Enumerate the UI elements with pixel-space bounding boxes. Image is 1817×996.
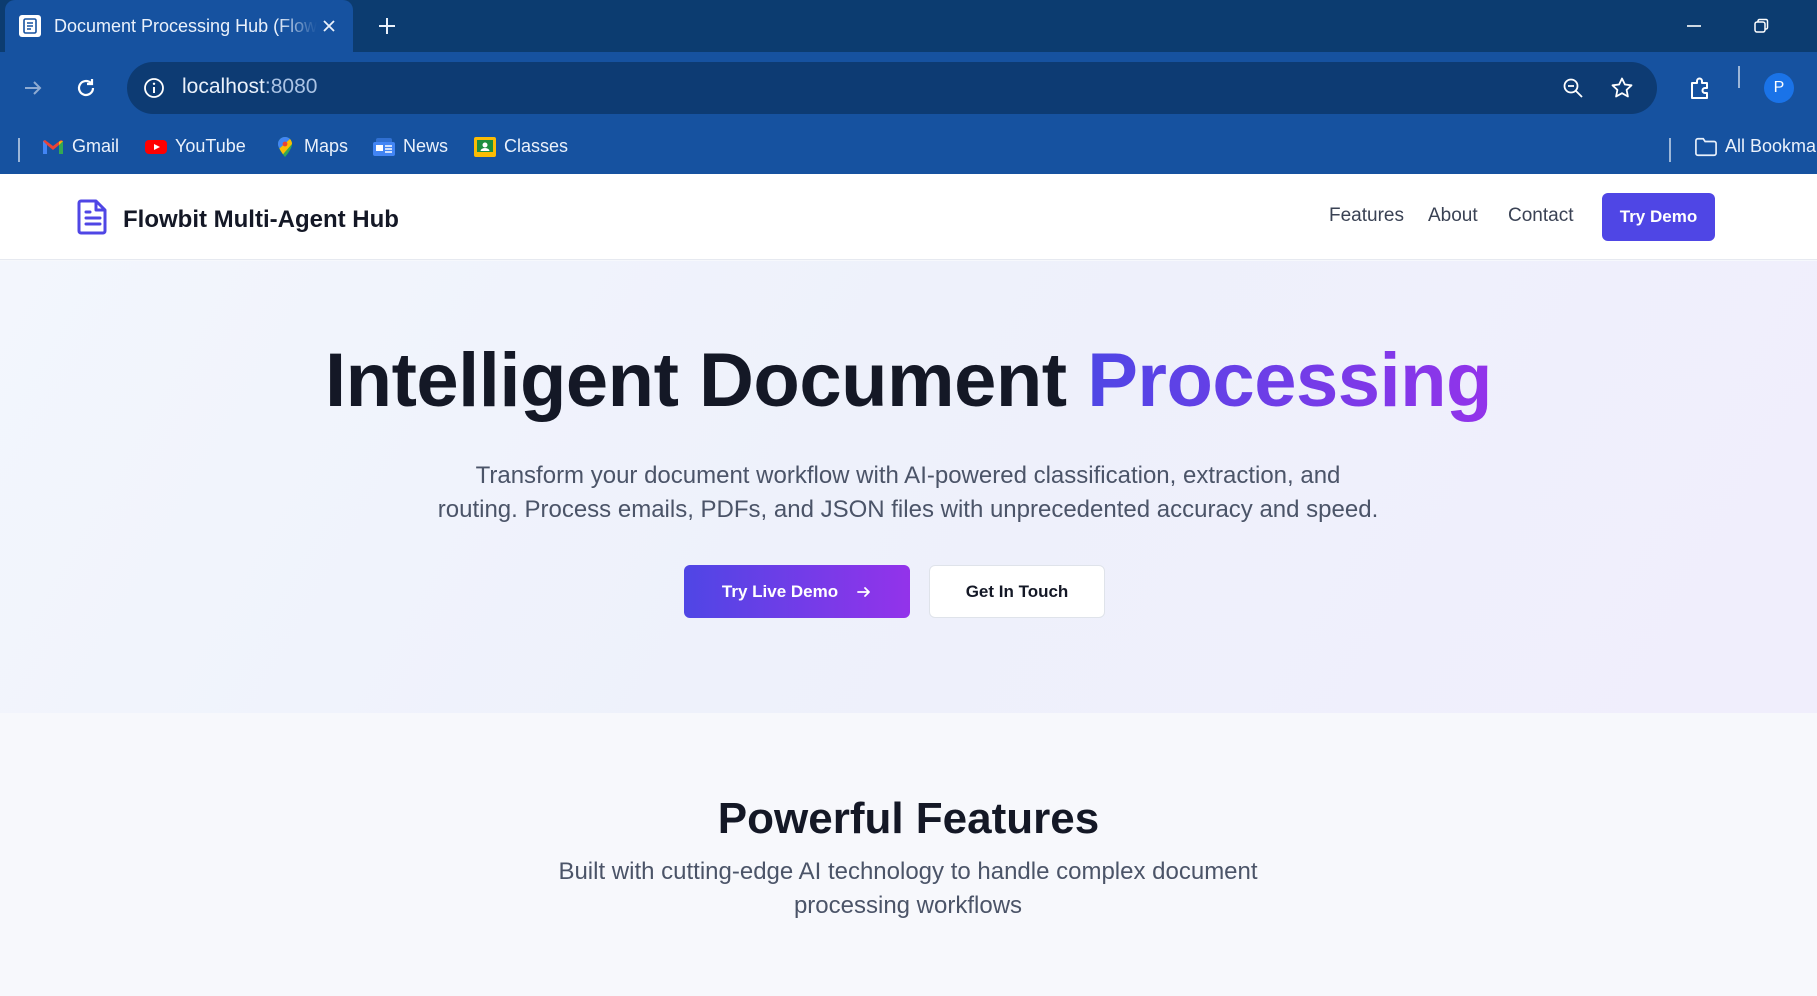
- hero-section: Intelligent Document Processing Transfor…: [0, 261, 1817, 713]
- restore-icon[interactable]: [1741, 8, 1781, 44]
- document-favicon-icon: [19, 15, 41, 37]
- new-tab-icon[interactable]: [370, 9, 404, 43]
- toolbar-divider: [1738, 66, 1740, 88]
- nav-link-contact[interactable]: Contact: [1508, 205, 1573, 227]
- hero-subtitle-line: Transform your document workflow with AI…: [475, 462, 1341, 489]
- profile-avatar[interactable]: P: [1764, 73, 1794, 103]
- bookmark-classes[interactable]: Classes: [474, 136, 568, 157]
- features-subtitle-line: processing workflows: [793, 892, 1023, 919]
- maps-icon: [274, 136, 296, 157]
- all-bookmarks-label: All Bookmarks: [1725, 136, 1817, 156]
- document-logo-icon: [77, 198, 109, 241]
- forward-icon[interactable]: [13, 68, 53, 108]
- hero-title: Intelligent Document Processing: [0, 337, 1817, 424]
- bookmark-label: YouTube: [175, 136, 246, 156]
- hero-title-accent: Processing: [1087, 338, 1492, 423]
- bookmarks-bar: Gmail YouTube Maps News Classes All Book…: [0, 124, 1817, 174]
- bookmark-label: Gmail: [72, 136, 120, 156]
- web-page: Flowbit Multi-Agent Hub Features About C…: [0, 174, 1817, 996]
- bookmarks-divider: [18, 138, 20, 162]
- address-bar[interactable]: localhost:8080: [127, 62, 1657, 114]
- features-subtitle-line: Built with cutting-edge AI technology to…: [558, 858, 1258, 885]
- folder-icon: [1695, 137, 1717, 157]
- hero-subtitle: Transform your document workflow with AI…: [408, 459, 1408, 527]
- url-text[interactable]: localhost:8080: [182, 75, 317, 99]
- tab-title: Document Processing Hub (Flowbit Multi-A…: [54, 15, 317, 36]
- arrow-right-icon: [856, 584, 872, 600]
- bookmark-label: Maps: [304, 136, 349, 156]
- try-live-demo-button[interactable]: Try Live Demo: [684, 565, 910, 618]
- url-host: localhost: [182, 75, 265, 98]
- features-subtitle: Built with cutting-edge AI technology to…: [508, 855, 1308, 923]
- news-icon: [373, 137, 395, 157]
- bookmark-youtube[interactable]: YouTube: [145, 136, 246, 157]
- youtube-icon: [145, 137, 167, 157]
- features-title: Powerful Features: [717, 794, 1100, 843]
- browser-tab-strip: Document Processing Hub (Flowbit Multi-A…: [0, 0, 1817, 52]
- get-in-touch-button[interactable]: Get In Touch: [929, 565, 1105, 618]
- nav-link-features[interactable]: Features: [1329, 205, 1404, 227]
- url-port: :8080: [264, 75, 318, 98]
- try-demo-button[interactable]: Try Demo: [1602, 193, 1715, 241]
- extensions-icon[interactable]: [1680, 68, 1720, 108]
- bookmark-label: Classes: [504, 136, 569, 156]
- all-bookmarks[interactable]: All Bookmarks: [1695, 136, 1817, 157]
- site-navbar: Flowbit Multi-Agent Hub Features About C…: [0, 174, 1817, 260]
- browser-tab[interactable]: Document Processing Hub (Flowbit Multi-A…: [5, 0, 353, 52]
- hero-title-main: Intelligent Document: [325, 338, 1088, 423]
- brand[interactable]: Flowbit Multi-Agent Hub: [77, 198, 399, 241]
- site-info-icon[interactable]: [140, 74, 168, 102]
- try-live-demo-label: Try Live Demo: [721, 581, 839, 601]
- bookmark-maps[interactable]: Maps: [274, 136, 348, 157]
- minimize-icon[interactable]: [1674, 8, 1714, 44]
- nav-link-about[interactable]: About: [1428, 205, 1478, 227]
- bookmark-label: News: [403, 136, 449, 156]
- bookmarks-divider: [1669, 138, 1671, 162]
- browser-toolbar: localhost:8080 P Gmail YouTube Maps News…: [0, 52, 1817, 174]
- bookmark-gmail[interactable]: Gmail: [42, 136, 119, 157]
- gmail-icon: [42, 137, 64, 157]
- close-tab-icon[interactable]: [317, 14, 341, 38]
- zoom-icon[interactable]: [1553, 68, 1593, 108]
- bookmark-news[interactable]: News: [373, 136, 448, 157]
- brand-name: Flowbit Multi-Agent Hub: [123, 205, 399, 233]
- reload-icon[interactable]: [66, 68, 106, 108]
- classes-icon: [474, 136, 496, 157]
- features-section: Powerful Features Built with cutting-edg…: [0, 713, 1817, 996]
- hero-subtitle-line: routing. Process emails, PDFs, and JSON …: [437, 496, 1379, 523]
- bookmark-star-icon[interactable]: [1602, 68, 1642, 108]
